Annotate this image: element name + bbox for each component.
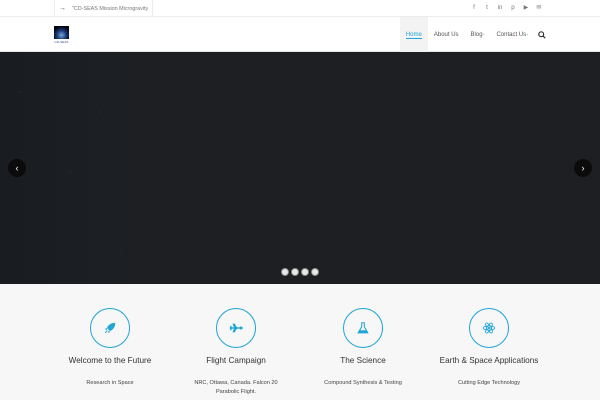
flask-icon-graphic [357,322,369,334]
feature-title: Earth & Space Applications [439,356,539,365]
slider-dot[interactable] [301,268,309,276]
logo-image [54,26,69,39]
plane-icon[interactable] [216,308,256,348]
feature-title: The Science [340,356,386,365]
atom-icon[interactable] [469,308,509,348]
flask-icon[interactable] [343,308,383,348]
feature-title: Welcome to the Future [68,356,152,365]
slider-prev-button[interactable]: ‹ [8,159,26,177]
atom-icon-graphic [482,322,496,334]
feature-the-science: The Science Compound Synthesis & Testing [300,308,426,388]
feature-text: Compound Synthesis & Testing [324,380,402,386]
slider-pagination [281,268,319,276]
announcement-link[interactable]: → "CD-SEAS Mission Microgravity [54,0,154,17]
top-bar: → "CD-SEAS Mission Microgravity f t in p… [0,0,600,17]
feature-title: Flight Campaign [206,356,266,365]
submenu-indicator: * [483,32,485,37]
youtube-icon[interactable]: ▶ [523,5,529,11]
announcement-text: "CD-SEAS Mission Microgravity [72,5,149,12]
feature-text: NRC, Ottawa, Canada. Falcon 20 Parabolic… [194,380,278,395]
search-icon-graphic [538,30,546,39]
nav-item-label: Home [405,31,422,38]
social-links: f t in p ▶ ✉ [471,0,542,17]
rocket-icon[interactable] [90,308,130,348]
feature-earth-space-applications: Earth & Space Applications Cutting Edge … [426,308,552,388]
mail-icon[interactable]: ✉ [536,5,542,11]
pinterest-icon[interactable]: p [510,5,516,11]
feature-welcome: Welcome to the Future Research in Space [47,308,173,388]
slider-dot[interactable] [291,268,299,276]
hero-slider: ‹ › [0,52,600,284]
features-section: Welcome to the Future Research in Space … [0,284,600,400]
feature-flight-campaign: Flight Campaign NRC, Ottawa, Canada. Fal… [173,308,299,397]
plane-icon-graphic [229,323,243,333]
nav-item-blog[interactable]: Blog * [465,17,491,52]
slider-dot[interactable] [311,268,319,276]
twitter-icon[interactable]: t [484,5,490,11]
nav-item-label: Blog [470,31,483,38]
nav-item-label: Contact Us [496,31,527,38]
logo-text: CD-SEAS [54,40,69,44]
site-header: CD-SEAS Home About Us Blog * Contact Us * [0,17,600,52]
arrow-right-icon: → [59,5,66,12]
facebook-icon[interactable]: f [471,5,477,11]
linkedin-icon[interactable]: in [497,5,503,11]
feature-text: Cutting Edge Technology [457,380,521,386]
nav-item-contact-us[interactable]: Contact Us * [490,17,534,52]
nav-item-label: About Us [433,31,459,38]
slider-next-button[interactable]: › [574,159,592,177]
site-logo[interactable]: CD-SEAS [54,26,69,44]
nav-item-home[interactable]: Home [399,17,428,52]
search-icon[interactable] [534,17,546,52]
main-nav: Home About Us Blog * Contact Us * [399,17,546,52]
submenu-indicator: * [526,32,528,37]
nav-item-about-us[interactable]: About Us [428,17,465,52]
feature-text: Research in Space [86,380,134,386]
rocket-icon-graphic [104,322,116,334]
slider-dot[interactable] [281,268,289,276]
